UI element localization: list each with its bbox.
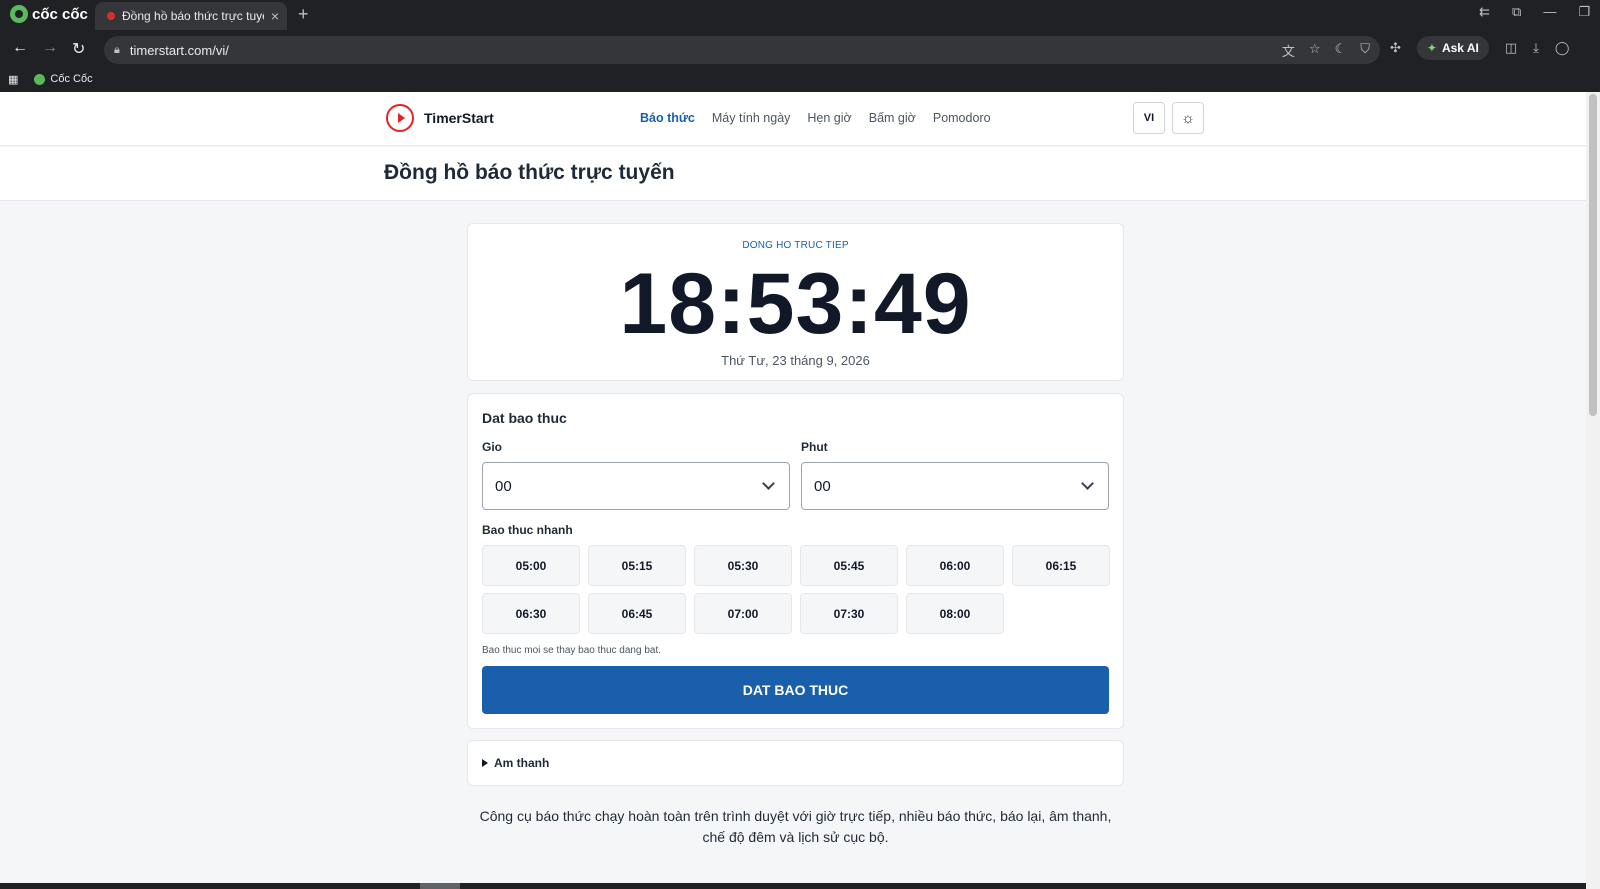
apps-grid-icon[interactable]: ▦ <box>8 73 18 86</box>
tab-title: Đồng hồ báo thức trực tuyến <box>122 9 264 23</box>
coccoc-logo-icon <box>10 5 28 23</box>
address-bar[interactable]: 🔒︎ timerstart.com/vi/ 文 ☆ ☾ ⛉ <box>104 36 1380 64</box>
theme-toggle-button[interactable]: ☼ <box>1172 102 1204 134</box>
address-row: ← → ↻ 🔒︎ timerstart.com/vi/ 文 ☆ ☾ ⛉ ✣ ✦ … <box>0 32 1600 68</box>
bookmark-label: Cốc Cốc <box>50 73 93 85</box>
web-page: TimerStart Báo thức Máy tính ngày Hẹn gi… <box>0 92 1586 889</box>
page-scrollbar[interactable] <box>1586 92 1600 889</box>
minute-select[interactable]: 00 <box>801 462 1109 510</box>
forward-icon[interactable]: → <box>42 39 58 57</box>
timerstart-logo-icon[interactable] <box>386 104 414 132</box>
time-selects: 00 00 <box>482 462 1109 510</box>
quick-alarm-0645[interactable]: 06:45 <box>588 593 686 634</box>
site-name[interactable]: TimerStart <box>424 110 494 126</box>
chevron-down-icon <box>762 477 775 490</box>
tab-favicon-icon <box>107 12 115 20</box>
set-alarm-button[interactable]: DAT BAO THUC <box>482 666 1109 714</box>
quick-alarm-label: Bao thuc nhanh <box>482 523 573 537</box>
nav-bao-thuc[interactable]: Báo thức <box>640 111 695 125</box>
quick-alarm-0700[interactable]: 07:00 <box>694 593 792 634</box>
hour-label: Gio <box>482 440 502 454</box>
field-labels: Gio Phut <box>482 440 1109 454</box>
tab-close-icon[interactable]: × <box>271 8 279 24</box>
browser-brand-name: cốc cốc <box>32 5 88 23</box>
page-description: Công cụ báo thức chạy hoàn toàn trên trì… <box>479 808 1112 845</box>
new-tab-icon[interactable]: + <box>298 4 309 25</box>
language-button[interactable]: VI <box>1133 102 1165 134</box>
quick-alarm-0630[interactable]: 06:30 <box>482 593 580 634</box>
quick-alarm-0515[interactable]: 05:15 <box>588 545 686 586</box>
split-view-icon[interactable]: ◫ <box>1505 40 1517 56</box>
sound-section[interactable]: Am thanh <box>467 740 1124 786</box>
bookmark-coccoc[interactable]: Cốc Cốc <box>34 73 93 85</box>
quick-alarm-0730[interactable]: 07:30 <box>800 593 898 634</box>
main-nav: Báo thức Máy tính ngày Hẹn giờ Bấm giờ P… <box>640 111 991 125</box>
screenshot-icon[interactable]: ⧉ <box>1512 4 1521 20</box>
reload-icon[interactable]: ↻ <box>72 39 85 59</box>
bookmarks-bar: ▦ Cốc Cốc <box>0 68 1600 90</box>
back-icon[interactable]: ← <box>12 39 28 57</box>
minimize-icon[interactable]: — <box>1543 4 1556 20</box>
omnibox-actions: 文 ☆ ☾ ⛉ <box>1282 41 1370 60</box>
sun-icon: ☼ <box>1181 109 1195 127</box>
lock-icon[interactable]: 🔒︎ <box>114 44 120 57</box>
extensions-icon[interactable]: ✣ <box>1390 40 1401 56</box>
chevron-down-icon <box>1081 477 1094 490</box>
quick-alarm-0600[interactable]: 06:00 <box>906 545 1004 586</box>
moon-icon[interactable]: ☾ <box>1335 41 1347 60</box>
alarm-hint: Bao thuc moi se thay bao thuc dang bat. <box>482 645 662 656</box>
translate-icon[interactable]: 文 <box>1282 41 1295 60</box>
browser-tab-active[interactable]: Đồng hồ báo thức trực tuyến × <box>95 2 287 30</box>
tab-search-icon[interactable]: ⇇ <box>1479 4 1490 20</box>
restore-icon[interactable]: ❐ <box>1578 4 1590 20</box>
sparkle-icon: ✦ <box>1426 41 1437 55</box>
ask-ai-button[interactable]: ✦ Ask AI <box>1416 36 1489 60</box>
quick-alarm-0545[interactable]: 05:45 <box>800 545 898 586</box>
hour-select-value: 00 <box>495 477 512 495</box>
page-title: Đồng hồ báo thức trực tuyến <box>384 161 675 184</box>
clock-label: DONG HO TRUC TIEP <box>742 240 849 251</box>
clock-date: Thứ Tư, 23 tháng 9, 2026 <box>721 353 870 368</box>
shield-icon[interactable]: ⛉ <box>1360 41 1370 60</box>
sound-label: Am thanh <box>494 756 550 770</box>
set-alarm-card: Dat bao thuc Gio Phut 00 00 Bao thuc nha… <box>467 393 1124 729</box>
quick-alarm-grid: 05:00 05:15 05:30 05:45 06:00 06:15 06:3… <box>482 545 1110 634</box>
quick-alarm-0500[interactable]: 05:00 <box>482 545 580 586</box>
bottom-strip <box>0 883 1586 889</box>
browser-brand[interactable]: cốc cốc <box>10 5 88 23</box>
nav-bam-gio[interactable]: Bấm giờ <box>869 111 916 125</box>
url-text[interactable]: timerstart.com/vi/ <box>130 43 1272 58</box>
site-header: TimerStart Báo thức Máy tính ngày Hẹn gi… <box>0 92 1586 146</box>
horizontal-scroll-indicator <box>420 883 460 889</box>
nav-may-tinh-ngay[interactable]: Máy tính ngày <box>712 111 791 125</box>
profile-icon[interactable]: ◯ <box>1555 40 1570 56</box>
set-alarm-title: Dat bao thuc <box>482 410 567 426</box>
quick-alarm-0800[interactable]: 08:00 <box>906 593 1004 634</box>
tab-bar: cốc cốc Đồng hồ báo thức trực tuyến × + … <box>0 0 1600 30</box>
nav-pomodoro[interactable]: Pomodoro <box>933 111 991 125</box>
ask-ai-label: Ask AI <box>1441 41 1479 55</box>
disclosure-triangle-icon <box>482 759 488 767</box>
scrollbar-thumb[interactable] <box>1589 94 1597 416</box>
title-bar: Đồng hồ báo thức trực tuyến <box>0 147 1586 201</box>
browser-chrome: cốc cốc Đồng hồ báo thức trực tuyến × + … <box>0 0 1600 92</box>
hour-select[interactable]: 00 <box>482 462 790 510</box>
download-icon[interactable]: ⤓ <box>1533 40 1539 56</box>
quick-alarm-0615[interactable]: 06:15 <box>1012 545 1110 586</box>
toolbar-right: ✣ ✦ Ask AI ◫ ⤓ ◯ <box>1390 36 1569 60</box>
minute-label: Phut <box>801 440 828 454</box>
clock-time: 18:53:49 <box>619 256 972 352</box>
bookmark-favicon-icon <box>34 73 46 85</box>
minute-select-value: 00 <box>814 477 831 495</box>
star-icon[interactable]: ☆ <box>1309 41 1321 60</box>
nav-hen-gio[interactable]: Hẹn giờ <box>807 111 851 125</box>
window-controls: ⇇ ⧉ — ❐ <box>1479 4 1590 20</box>
quick-alarm-0530[interactable]: 05:30 <box>694 545 792 586</box>
live-clock-card: DONG HO TRUC TIEP 18:53:49 Thứ Tư, 23 th… <box>467 223 1124 381</box>
